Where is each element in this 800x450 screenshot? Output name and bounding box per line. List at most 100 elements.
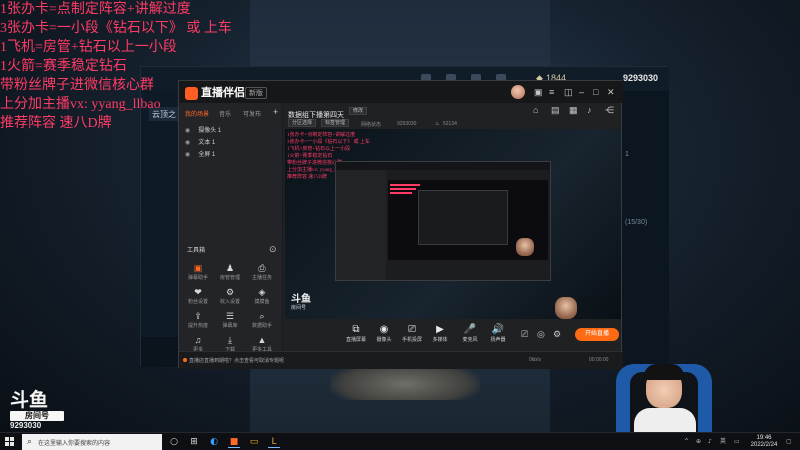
tool-income[interactable]: ⚙ 收入设置 [215,287,245,305]
battery-icon[interactable]: ▭ [734,438,740,446]
source-row[interactable]: ◉ 全屏 1 [185,149,215,158]
tool-label: 弹幕助手 [187,275,208,281]
network-icon[interactable]: ⊕ [696,438,701,446]
add-camera-source[interactable]: ◉ 摄像头 [369,323,399,343]
camera-icon: ◉ [379,324,389,335]
skin-icon[interactable]: ◫ [564,87,573,97]
tool-danmu-library[interactable]: ☰ 弹幕库 [215,311,245,329]
bag-icon[interactable]: ▤ [551,105,560,115]
tool-label: 提升热度 [187,323,208,329]
share-icon[interactable]: ⌂ [533,105,538,115]
tab-publish[interactable]: 可发布 [243,109,261,118]
eye-icon[interactable]: ◉ [185,152,190,158]
desktop: ◆ 1844 9293030 云顶之 (15/30) 1 直播伴侣 新版 ▣ ≡… [0,0,800,450]
download-icon: ⤓ [228,335,232,345]
menu-icon[interactable]: ≡ [549,87,554,97]
nested-text-line [390,192,412,194]
watermark-brand: 斗鱼 [10,390,49,411]
add-icon[interactable]: + [273,107,278,117]
windows-start-icon[interactable] [5,437,15,447]
tool-boost[interactable]: ⇪ 提升热度 [183,311,213,329]
douyu-watermark: 斗鱼 房间号 9293030 [10,390,64,431]
tool-danmu-assistant[interactable]: ▣ 弹幕助手 [183,263,213,281]
tray-expand-icon[interactable]: ^ [684,438,689,446]
notification-icon[interactable]: ▢ [786,438,792,446]
preview-overlay-line: 1火箭=赛季稳定钻石 [287,154,333,159]
source-row[interactable]: ◉ 文本 1 [185,137,215,146]
version-tag[interactable]: 新版 [245,87,267,99]
bell-icon[interactable]: ♪ [587,105,592,115]
close-icon[interactable]: ✕ [607,87,615,97]
minimize-icon[interactable]: – [579,87,584,97]
triangle-icon: ▲ [257,335,267,345]
tool-fan-settings[interactable]: ❤ 粉丝设置 [183,287,213,305]
overlay-line: 推荐阵容 速八D牌 [0,116,112,131]
widgets-icon[interactable]: ⊞ [188,436,200,448]
screen-icon: ⧉ [352,324,360,335]
clock-date: 2022/2/24 [750,442,778,448]
preview-douyu-logo: 斗鱼 房间号 [291,295,311,313]
network-status: 网络状态 [361,122,382,128]
taskbar-clock[interactable]: 19:46 2022/2/24 [748,435,780,449]
toolbox-settings-icon[interactable]: ⊙ [269,244,277,254]
tool-streamer-task[interactable]: ⎙ 主播任务 [247,263,277,281]
admin-icon: ♟ [225,263,235,273]
preview-overlay-line: 推荐阵容 速八D牌 [287,175,327,180]
overlay-line: 1张办卡=点制定阵容+讲解过度 [0,2,191,17]
record-icon[interactable]: ⎚ [521,329,528,339]
edit-title-button[interactable]: 修改 [349,107,368,115]
file-explorer-icon[interactable]: ▭ [248,436,260,448]
volume-icon[interactable]: ♪ [708,438,712,446]
preview-overlay-line: 1张办卡=点制定阵容+讲解过度 [287,133,356,138]
tool-fish[interactable]: ◈ 摸摸鱼 [247,287,277,305]
tag-button[interactable]: 标签管理 [321,119,350,127]
eye-icon[interactable]: ◉ [185,140,190,146]
start-stream-button[interactable]: 开始直播 [575,328,619,341]
overlay-line: 上分加主播vx: yyang_llbao [0,97,161,112]
cart-icon[interactable]: ▦ [569,105,578,115]
status-notice[interactable]: 直播店直播到期啦？点击查看可取消专题呢 [183,357,284,364]
control-label: 摄像头 [376,337,392,343]
stream-preview[interactable]: 1张办卡=点制定阵容+讲解过度 3张办卡=一小段《钻石以下》 或 上车 1飞机=… [285,129,621,319]
stream-assistant-window[interactable]: 直播伴侣 新版 ▣ ≡ ◫ – □ ✕ 我的场景 音乐 可发布 + ◉ 摄像头 1… [178,80,623,369]
recursive-preview-window [335,161,551,281]
microphone-toggle[interactable]: 🎤 麦克风 [455,323,485,343]
eye-icon[interactable]: ◎ [537,329,545,339]
app-titlebar: 直播伴侣 新版 ▣ ≡ ◫ – □ ✕ [179,81,623,103]
speaker-toggle[interactable]: 🔊 扬声器 [483,323,513,343]
category-button[interactable]: 分区选择 [288,119,317,127]
task-view-icon[interactable]: ○ [168,436,180,448]
control-label: 多媒体 [432,337,448,343]
add-screen-source[interactable]: ⧉ 直播屏幕 [341,323,371,343]
phone-icon: ⎚ [408,324,416,335]
clock-time: 19:46 [756,435,772,441]
tool-label: 主播任务 [251,275,272,281]
add-phone-source[interactable]: ⎚ 手机投屏 [397,323,427,343]
control-label: 直播屏幕 [345,337,366,343]
flame-icon: ♨ [435,121,440,127]
tool-data[interactable]: ⌕ 数据助手 [247,311,277,329]
share-link-icon[interactable]: ⋲ [605,105,614,115]
gift-icon[interactable]: ▣ [534,87,543,97]
streamer-body [634,408,696,432]
stream-info-header: 数据组下播第四天 修改 分区选择 标签管理 网络状态 9293030 ♨ 521… [285,105,623,129]
control-label: 麦克风 [462,337,478,343]
game-app-icon[interactable]: L [268,436,280,448]
ime-icon[interactable]: 英 [720,438,726,446]
toolbox-title: 工具箱 [187,248,206,254]
tool-room-admin[interactable]: ♟ 房管管理 [215,263,245,281]
taskbar: ⌕ 在这里输入你要搜索的内容 ○ ⊞ ◐ ■ ▭ L ^ ⊕ ♪ 英 ▭ 19:… [0,432,800,450]
taskbar-search-input[interactable]: ⌕ 在这里输入你要搜索的内容 [22,434,162,450]
game-side-panel: (15/30) 1 [621,91,669,367]
fish-icon: ◈ [258,287,266,297]
avatar[interactable] [511,85,525,99]
maximize-icon[interactable]: □ [593,87,598,97]
status-bar: 直播店直播到期啦？点击查看可取消专题呢 0kb/s 00:00:00 [179,351,623,369]
douyu-app-icon[interactable]: ■ [228,436,240,448]
edge-browser-icon[interactable]: ◐ [208,436,220,448]
settings-icon[interactable]: ⚙ [553,329,561,339]
scene-panel: 我的场景 音乐 可发布 + ◉ 摄像头 1 ◉ 文本 1 ◉ 全屏 1 工具箱 ⊙ ▣… [179,103,283,369]
tool-label: 数据助手 [251,323,272,329]
stream-overlay-text: 1张办卡=点制定阵容+讲解过度 3张办卡=一小段《钻石以下》 或 上车 1飞机=… [0,0,232,133]
add-media-source[interactable]: ▶ 多媒体 [425,323,455,343]
